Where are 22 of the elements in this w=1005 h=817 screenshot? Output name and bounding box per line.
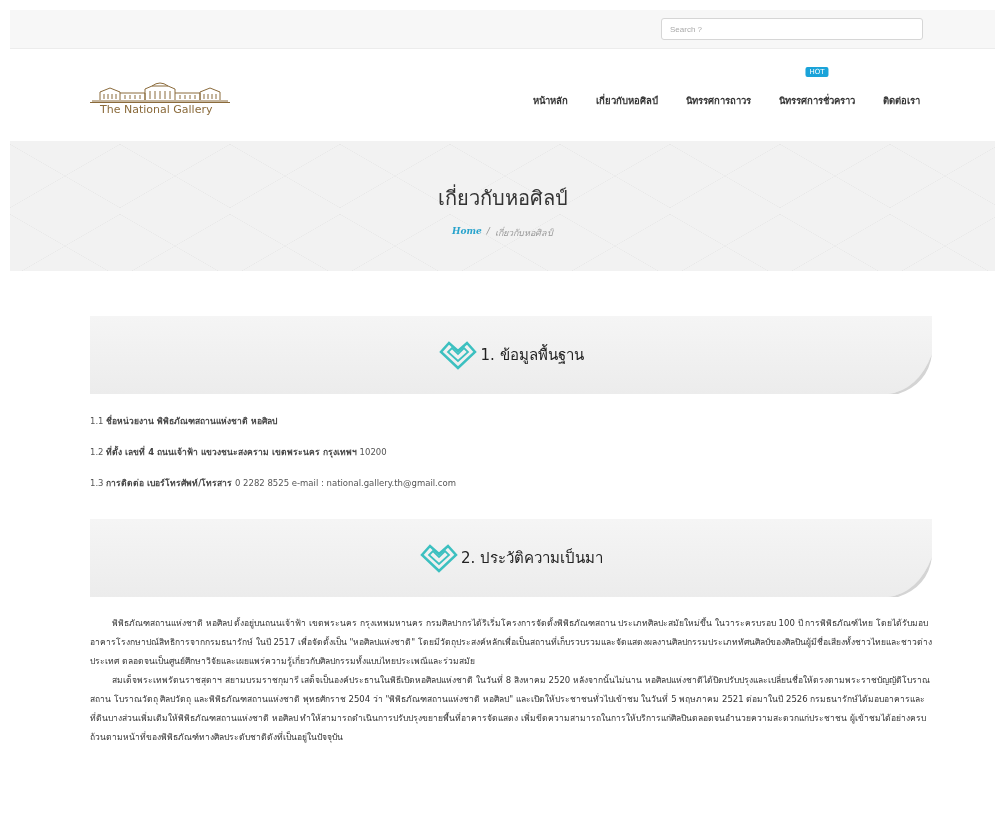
info-line: 1.1 ชื่อหน่วยงาน พิพิธภัณฑสถานแห่งชาติ หอศิลป <box>90 414 279 428</box>
building-logo-icon <box>90 80 230 103</box>
nav-link[interactable]: หน้าหลัก <box>533 94 568 106</box>
diamond-heart-icon <box>418 543 459 573</box>
info-line: 1.3 การติดต่อ เบอร์โทรศัพท์/โทรสาร 0 2282 8525 e-mail : national.gallery.th@gmail.com <box>90 477 457 490</box>
history-paragraph: พิพิธภัณฑสถานแห่งชาติ หอศิลป ตั้งอยู่บนถนนเจ้าฟ้า เขตพระนคร กรุงเทพมหานคร กรมศิลปากรได้ริเริ่มโครงการจัดตั้งพิพิธภัณฑสถาน ประเภทศิลปะสมัยใหม่ขึ้น ในวาระครบรอบ 100 ปี การพิพิธภัณฑ์ไทย โดยได้รับมอบอาคารโรงกษาปณ์สิทธิการจากกรมธนารักษ์ ในปี 2517 เพื่อจัดตั้งเป็น "หอศิลปแห่งชาติ" โดยมีวัตถุประสงค์หลักเพื่อเป็นสถานที่เก็บรวบรวมและจัดแสดงผลงานศิลปกรรมประเภททัศนศิลป์ของศิลปินผู้มีชื่อเสียงทั้งชาวไทยและชาวต่างประเทศ ตลอดจนเป็นศูนย์ศึกษาวิจัยและเผยแพร่ความรู้เกี่ยวกับศิลปกรรมทั้งแบบไทยประเพณีและร่วมสมัย <box>90 616 932 669</box>
nav-link[interactable]: เกี่ยวกับหอศิลป์ <box>596 94 658 106</box>
page-title: เกี่ยวกับหอศิลป์ <box>437 183 568 212</box>
section-heading: 2. ประวัติความเป็นมา <box>460 547 604 569</box>
info-line: 1.2 ที่ตั้ง เลขที่ 4 ถนนเจ้าฟ้า แขวงชนะสงคราม เขตพระนคร กรุงเทพฯ 10200 <box>90 445 388 459</box>
breadcrumb-current: เกี่ยวกับหอศิลป์ <box>494 226 553 240</box>
section-heading: 1. ข้อมูลพื้นฐาน <box>480 343 584 366</box>
nav-link[interactable]: นิทรรศการชั่วคราว <box>779 94 855 106</box>
history-paragraph: สมเด็จพระเทพรัตนราชสุดาฯ สยามบรมราชกุมารี เสด็จเป็นองค์ประธานในพิธีเปิดหอศิลปแห่งชาติ ในวันที่ 8 สิงหาคม 2520 หลังจากนั้นไม่นาน หอศิลปแห่งชาติได้ปิดปรับปรุงและเปลี่ยนชื่อให้ตรงตามพระราชบัญญัติโบราณสถาน โบราณวัตถุ ศิลปวัตถุ และพิพิธภัณฑสถานแห่งชาติ พุทธศักราช 2504 ว่า "พิพิธภัณฑสถานแห่งชาติ หอศิลป" และเปิดให้ประชาชนทั่วไปเข้าชม ในวันที่ 5 พฤษภาคม 2521 ต่อมาในปี 2526 กรมธนารักษ์ได้มอบอาคารและที่ดินบางส่วนเพิ่มเติมให้พิพิธภัณฑสถานแห่งชาติ หอศิลป ทำให้สามารถดำเนินการปรับปรุงขยายพื้นที่อาคารจัดแสดง เพิ่มขีดความสามารถในการให้บริการแก่ศิลปินตลอดจนอำนวยความสะดวกแก่ประชาชน ผู้เข้าชมได้อย่างครบถ้วนตามหน้าที่ของพิพิธภัณฑ์ทางศิลประดับชาติดังที่เป็นอยู่ในปัจจุบัน <box>90 673 931 745</box>
logo-text: The National Gallery <box>99 103 213 116</box>
page-curl-drawing <box>888 557 932 597</box>
nav-link[interactable]: ติดต่อเรา <box>883 94 920 106</box>
breadcrumb-separator: / <box>486 226 490 238</box>
search-field[interactable]: Search ? <box>661 18 923 40</box>
page-curl-drawing <box>888 354 932 394</box>
nav-link[interactable]: นิทรรศการถาวร <box>686 94 751 106</box>
diamond-heart-icon <box>438 340 479 370</box>
